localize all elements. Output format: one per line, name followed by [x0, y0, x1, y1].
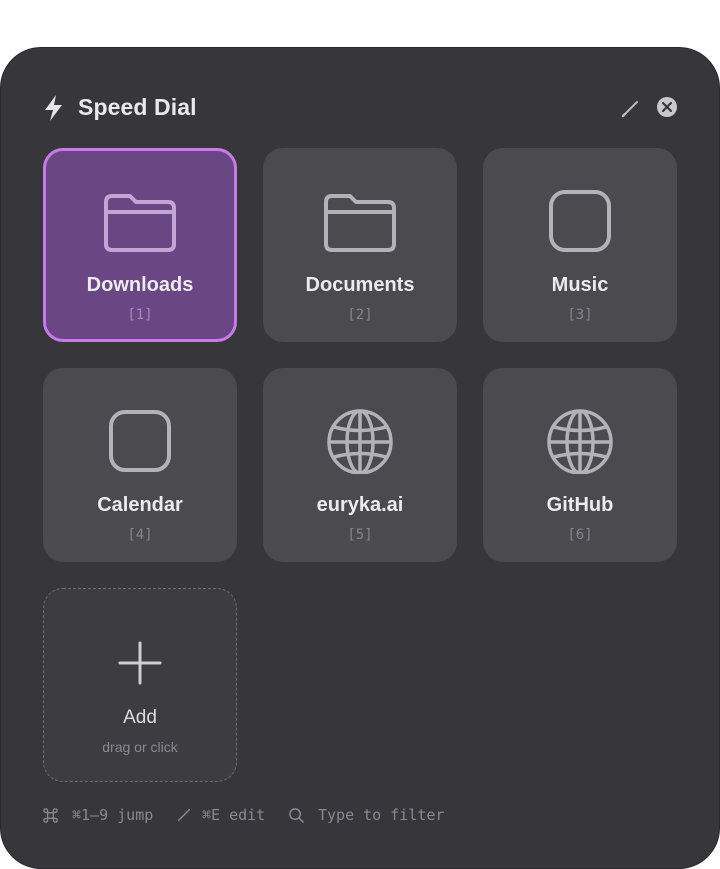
page-title: Speed Dial — [78, 94, 197, 120]
header: Speed Dial — [42, 92, 678, 124]
rounded-square-icon — [549, 190, 611, 252]
tile-label: Calendar — [97, 494, 183, 516]
globe-icon — [547, 409, 613, 474]
close-icon[interactable] — [656, 96, 678, 118]
tile-shortcut: [5] — [347, 527, 373, 543]
pencil-icon — [177, 808, 191, 822]
add-hint: drag or click — [102, 739, 178, 755]
tile-shortcut: [4] — [127, 527, 153, 543]
add-tile-button[interactable]: Add drag or click — [43, 588, 237, 782]
tile-label: euryka.ai — [316, 494, 404, 516]
add-label: Add — [123, 707, 157, 728]
footer-jump-hint: ⌘1–9 jump — [72, 806, 154, 824]
tile-documents[interactable]: Documents [2] — [263, 148, 457, 342]
tile-label: Music — [551, 274, 609, 296]
filter-hint[interactable]: Type to filter — [318, 806, 444, 824]
rounded-square-icon — [109, 410, 171, 472]
tile-downloads[interactable]: Downloads [1] — [43, 148, 237, 342]
folder-icon — [104, 194, 176, 252]
plus-icon — [118, 641, 162, 685]
tile-shortcut: [2] — [347, 307, 373, 323]
globe-icon — [327, 409, 393, 474]
tile-label: Downloads — [86, 274, 194, 296]
tile-calendar[interactable]: Calendar [4] — [43, 368, 237, 562]
tile-label: Documents — [305, 274, 415, 296]
footer-edit-hint: ⌘E edit — [202, 806, 266, 824]
tile-github[interactable]: GitHub [6] — [483, 368, 677, 562]
command-icon — [43, 808, 58, 823]
tile-shortcut: [6] — [567, 527, 593, 543]
tile-music[interactable]: Music [3] — [483, 148, 677, 342]
pencil-icon[interactable] — [620, 97, 642, 119]
tile-shortcut: [3] — [567, 307, 593, 323]
tile-shortcut: [1] — [127, 307, 153, 323]
lightning-bolt-icon — [45, 95, 62, 121]
search-icon — [289, 808, 304, 823]
folder-icon — [324, 194, 396, 252]
tile-euryka[interactable]: euryka.ai [5] — [263, 368, 457, 562]
tile-label: GitHub — [546, 494, 614, 516]
